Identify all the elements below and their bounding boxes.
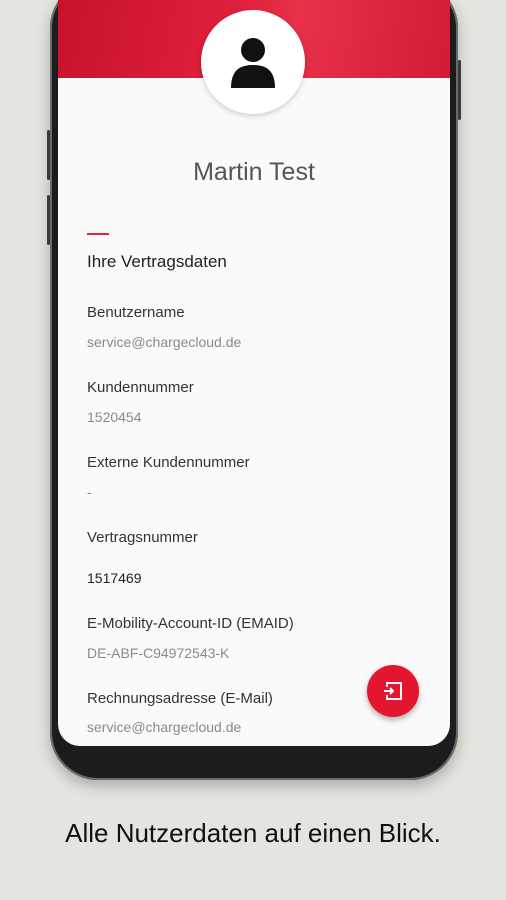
logout-button[interactable] (367, 665, 419, 717)
field-label-external-customer-number: Externe Kundennummer (87, 454, 250, 471)
avatar (201, 10, 305, 114)
field-label-customer-number: Kundennummer (87, 379, 194, 396)
field-value-username: service@chargecloud.de (87, 334, 242, 350)
logout-icon (384, 682, 402, 700)
user-name: Martin Test (193, 158, 315, 186)
field-value-contract-number: 1517469 (87, 570, 142, 586)
section-accent-line (87, 233, 109, 235)
field-value-external-customer-number: - (87, 484, 92, 500)
section-title: Ihre Vertragsdaten (87, 252, 227, 271)
volume-up-button (47, 130, 50, 180)
person-icon (231, 38, 275, 88)
field-value-emaid: DE-ABF-C94972543-K (87, 645, 230, 661)
app-screen: Martin Test Ihre Vertragsdaten Benutzern… (58, 0, 450, 746)
field-label-billing-email: Rechnungsadresse (E-Mail) (87, 690, 273, 707)
power-button (458, 60, 461, 120)
volume-down-button (47, 195, 50, 245)
field-label-emaid: E-Mobility-Account-ID (EMAID) (87, 615, 294, 632)
field-label-contract-number: Vertragsnummer (87, 529, 198, 546)
field-value-customer-number: 1520454 (87, 409, 142, 425)
phone-frame: Martin Test Ihre Vertragsdaten Benutzern… (47, 0, 461, 780)
caption: Alle Nutzerdaten auf einen Blick. (65, 818, 441, 848)
field-value-billing-email: service@chargecloud.de (87, 719, 242, 735)
field-label-username: Benutzername (87, 304, 185, 321)
